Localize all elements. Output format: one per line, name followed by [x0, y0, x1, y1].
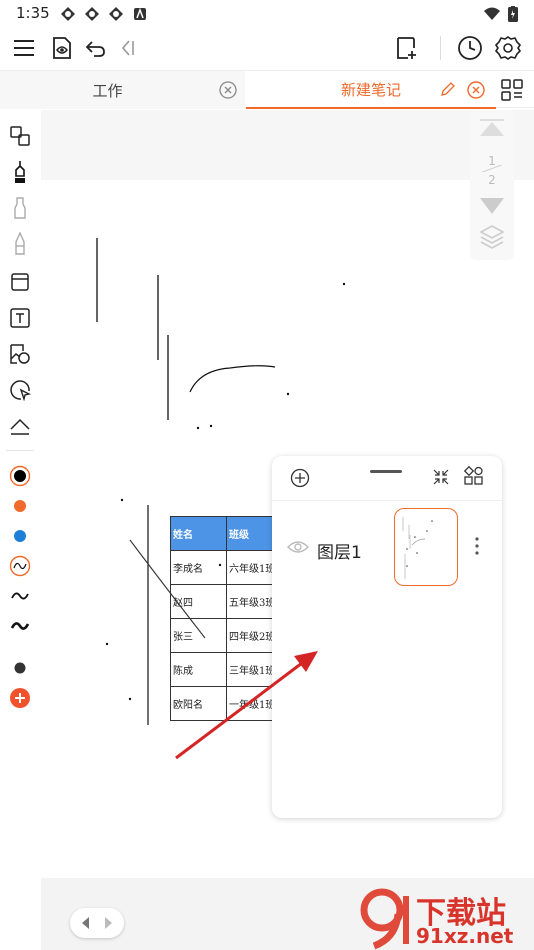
watermark: 下载站 91xz.net [360, 888, 534, 950]
watermark-url: 91xz.net [416, 924, 514, 948]
next-page-icon[interactable] [100, 915, 116, 931]
watermark-logo-icon [360, 888, 409, 950]
previous-page-icon[interactable] [78, 915, 94, 931]
page-switcher [70, 908, 124, 938]
annotation-arrow [175, 651, 318, 760]
